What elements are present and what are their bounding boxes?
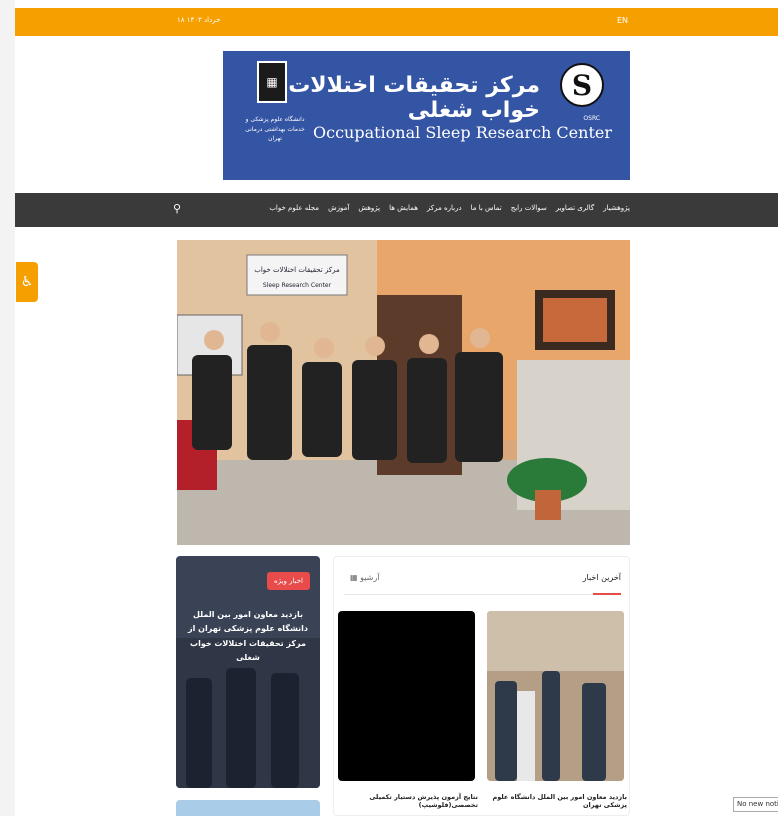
nav-item-contact[interactable]: تماس با ما (471, 204, 502, 212)
nav-item-education[interactable]: آموزش (328, 204, 349, 212)
news-card-video[interactable] (338, 611, 475, 781)
news-card-photo[interactable] (487, 611, 624, 781)
search-icon[interactable]: ⚲ (173, 202, 181, 215)
news-caption[interactable]: بازدید معاون امور بین الملل دانشگاه علوم… (487, 793, 627, 809)
banner-title-fa: مرکز تحقیقات اختلالات خواب شغلی (288, 73, 540, 123)
featured-news-card[interactable]: اخبار ویژه بازدید معاون امور بین الملل د… (176, 556, 320, 788)
latest-news-heading: آخرین اخبار (582, 573, 621, 582)
nav-item-conferences[interactable]: همایش ها (389, 204, 418, 212)
secondary-card[interactable] (176, 800, 320, 816)
hero-photo: مرکز تحقیقات اختلالات خواب Sleep Researc… (177, 240, 630, 545)
main-nav: ⚲ مجله علوم خواب آموزش پژوهش همایش ها در… (15, 193, 778, 227)
top-bar: ۱۸ خرداد ۱۴۰۳ EN (15, 8, 778, 36)
center-logo-caption: OSRC (583, 115, 600, 122)
archive-icon: ▦ (350, 573, 361, 582)
latest-news-panel: آخرین اخبار ▦ آرشیو نتایج آزمون پذیرش دس… (333, 556, 630, 816)
nav-item-faq[interactable]: سوالات رایج (511, 204, 547, 212)
news-caption[interactable]: نتایج آزمون پذیرش دستیار تکمیلی تخصصی(فل… (338, 793, 478, 809)
archive-link[interactable]: ▦ آرشیو (350, 573, 379, 582)
nav-item-researcher[interactable]: پژوهشیار (603, 204, 630, 212)
featured-news-title[interactable]: بازدید معاون امور بین الملل دانشگاه علوم… (182, 608, 314, 666)
news-divider (344, 594, 621, 595)
sign-en: Sleep Research Center (263, 282, 332, 289)
nav-item-research[interactable]: پژوهش (358, 204, 380, 212)
nav-item-about[interactable]: درباره مرکز (427, 204, 462, 212)
sign-fa: مرکز تحقیقات اختلالات خواب (254, 266, 340, 274)
banner-title-en: Occupational Sleep Research Center (313, 123, 612, 142)
date-label: ۱۸ خرداد ۱۴۰۳ (177, 16, 221, 24)
featured-badge: اخبار ویژه (267, 572, 310, 590)
nav-item-gallery[interactable]: گالری تصاویر (556, 204, 595, 212)
language-switch[interactable]: EN (617, 16, 628, 25)
heading-underline (593, 593, 621, 595)
news-photo (487, 611, 624, 781)
hero-slider[interactable]: مرکز تحقیقات اختلالات خواب Sleep Researc… (177, 240, 630, 545)
center-logo: S (560, 63, 604, 107)
nav-item-journal[interactable]: مجله علوم خواب (269, 204, 319, 212)
notification-toast: No new notifications (733, 797, 778, 812)
site-banner[interactable]: ▦ دانشگاه علوم پزشکی و خدمات بهداشتی درم… (223, 51, 630, 180)
accessibility-button[interactable]: ♿ (16, 262, 38, 302)
page: ۱۸ خرداد ۱۴۰۳ EN ▦ دانشگاه علوم پزشکی و … (0, 0, 778, 816)
accessibility-icon: ♿ (20, 274, 34, 290)
